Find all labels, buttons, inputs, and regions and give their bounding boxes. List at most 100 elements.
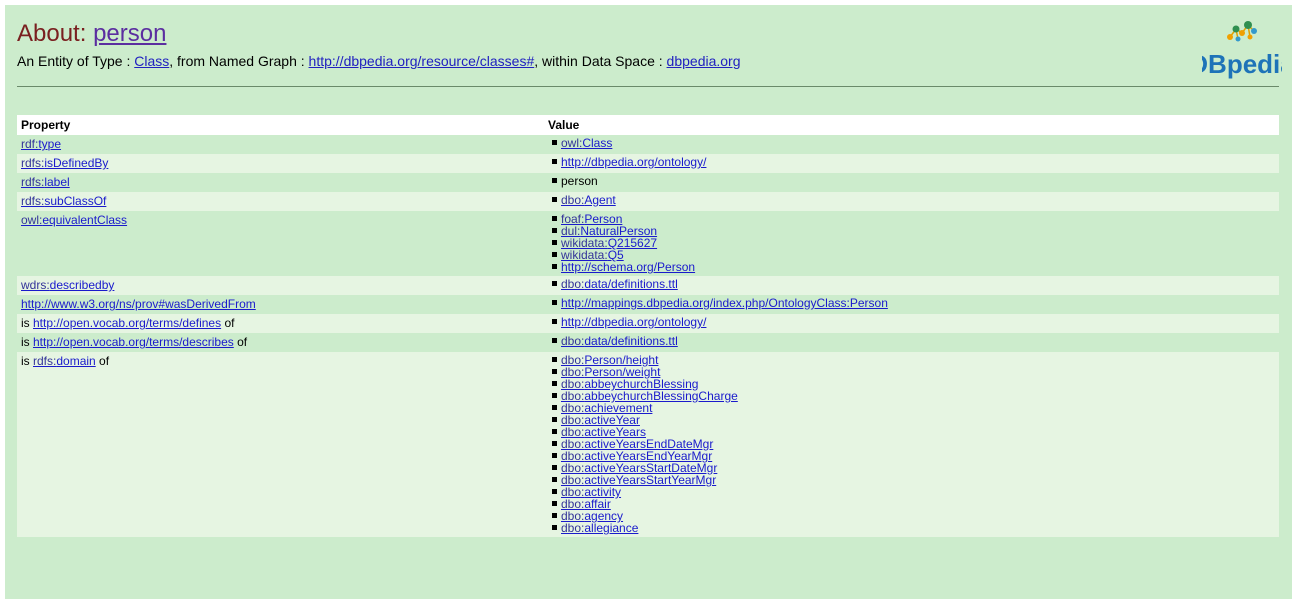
table-header-row: Property Value <box>17 115 1279 135</box>
value-cell: owl:Class <box>544 135 1279 154</box>
property-cell: wdrs:describedby <box>17 276 544 295</box>
value-name: data/definitions.ttl <box>584 277 678 291</box>
property-link[interactable]: http://open.vocab.org/terms/describes <box>33 335 234 349</box>
property-name: type <box>38 137 62 151</box>
subtitle-text-3: , within Data Space : <box>534 53 667 69</box>
value-item: owl:Class <box>548 137 1275 149</box>
value-link[interactable]: http://mappings.dbpedia.org/index.php/On… <box>561 296 888 310</box>
property-cell: is http://open.vocab.org/terms/describes… <box>17 333 544 352</box>
property-cell: http://www.w3.org/ns/prov#wasDerivedFrom <box>17 295 544 314</box>
value-list: dbo:data/definitions.ttl <box>548 335 1275 347</box>
value-item: dbo:activeYearsStartYearMgr <box>548 474 1275 486</box>
dbpedia-logo[interactable]: DBpedia <box>1202 15 1282 81</box>
value-cell: foaf:Person dul:NaturalPerson wikidata:Q21… <box>544 211 1279 276</box>
subtitle-text-1: An Entity of Type : <box>17 53 135 69</box>
value-name: data/definitions.ttl <box>584 334 678 348</box>
property-column-header: Property <box>17 115 544 135</box>
property-link[interactable]: http://open.vocab.org/terms/defines <box>33 316 221 330</box>
value-link[interactable]: http://dbpedia.org/ontology/ <box>561 315 706 329</box>
type-link[interactable]: Class <box>134 53 169 69</box>
value-item: person <box>548 175 1275 187</box>
is-prefix: is <box>21 316 33 330</box>
data-space-link[interactable]: dbpedia.org <box>667 53 741 69</box>
value-list: http://dbpedia.org/ontology/ <box>548 156 1275 168</box>
page-title: About: person <box>17 20 166 48</box>
value-item: dbo:allegiance <box>548 522 1275 534</box>
value-cell: dbo:data/definitions.ttl <box>544 333 1279 352</box>
is-prefix: is <box>21 354 33 368</box>
property-link[interactable]: rdf:type <box>21 137 61 151</box>
value-cell: dbo:data/definitions.ttl <box>544 276 1279 295</box>
value-link[interactable]: dbo:allegiance <box>561 521 638 535</box>
value-link[interactable]: http://schema.org/Person <box>561 260 695 274</box>
value-namespace: dbo: <box>561 521 585 535</box>
value-name: Agent <box>584 193 616 207</box>
value-namespace: dbo: <box>561 334 585 348</box>
property-table: Property Value rdf:type owl:Class rdfs:isD… <box>17 115 1279 537</box>
value-cell: http://dbpedia.org/ontology/ <box>544 154 1279 173</box>
property-link[interactable]: wdrs:describedby <box>21 278 114 292</box>
property-namespace: rdfs: <box>21 194 45 208</box>
value-cell: http://dbpedia.org/ontology/ <box>544 314 1279 333</box>
entity-subtitle: An Entity of Type : Class, from Named Gr… <box>17 53 741 69</box>
value-link[interactable]: http://dbpedia.org/ontology/ <box>561 155 706 169</box>
of-suffix: of <box>233 335 248 349</box>
property-cell: owl:equivalentClass <box>17 211 544 276</box>
property-name: label <box>44 175 70 189</box>
property-link[interactable]: http://www.w3.org/ns/prov#wasDerivedFrom <box>21 297 256 311</box>
value-item: dbo:abbeychurchBlessingCharge <box>548 390 1275 402</box>
property-namespace: rdf: <box>21 137 39 151</box>
property-link[interactable]: rdfs:isDefinedBy <box>21 156 108 170</box>
property-name: isDefinedBy <box>44 156 109 170</box>
header: About: person An Entity of Type : Class,… <box>5 5 1292 89</box>
value-name: Class <box>582 136 613 150</box>
property-cell: is rdfs:domain of <box>17 352 544 537</box>
value-name: allegiance <box>584 521 639 535</box>
value-item: dbo:agency <box>548 510 1275 522</box>
value-link[interactable]: owl:Class <box>561 136 612 150</box>
value-cell: http://mappings.dbpedia.org/index.php/On… <box>544 295 1279 314</box>
value-namespace: owl: <box>561 136 583 150</box>
property-name: subClassOf <box>44 194 107 208</box>
property-cell: rdf:type <box>17 135 544 154</box>
subtitle-text-2: , from Named Graph : <box>169 53 309 69</box>
entity-link[interactable]: person <box>93 20 166 47</box>
value-namespace: dbo: <box>561 277 585 291</box>
logo-text: DBpedia <box>1202 49 1282 79</box>
property-name: equivalentClass <box>42 213 128 227</box>
table-row: is http://open.vocab.org/terms/describes… <box>17 333 1279 352</box>
property-name: domain <box>56 354 96 368</box>
value-item: dbo:activity <box>548 486 1275 498</box>
table-row: owl:equivalentClass foaf:Person dul:Natura… <box>17 211 1279 276</box>
value-item: dbo:data/definitions.ttl <box>548 335 1275 347</box>
table-row: rdfs:label person <box>17 173 1279 192</box>
value-list: dbo:data/definitions.ttl <box>548 278 1275 290</box>
property-link[interactable]: rdfs:domain <box>33 354 96 368</box>
property-namespace: rdfs: <box>33 354 57 368</box>
property-link[interactable]: owl:equivalentClass <box>21 213 127 227</box>
property-cell: is http://open.vocab.org/terms/defines o… <box>17 314 544 333</box>
named-graph-link[interactable]: http://dbpedia.org/resource/classes# <box>309 53 535 69</box>
value-name: http://dbpedia.org/ontology/ <box>561 315 707 329</box>
value-item: http://dbpedia.org/ontology/ <box>548 316 1275 328</box>
property-name: http://open.vocab.org/terms/describes <box>33 335 234 349</box>
property-link[interactable]: rdfs:subClassOf <box>21 194 106 208</box>
value-item: dbo:data/definitions.ttl <box>548 278 1275 290</box>
value-link[interactable]: dbo:Agent <box>561 193 616 207</box>
value-link[interactable]: dbo:data/definitions.ttl <box>561 277 678 291</box>
value-list: owl:Class <box>548 137 1275 149</box>
is-prefix: is <box>21 335 33 349</box>
value-list: dbo:Agent <box>548 194 1275 206</box>
table-row: rdf:type owl:Class <box>17 135 1279 154</box>
value-list: person <box>548 175 1275 187</box>
table-row: is http://open.vocab.org/terms/defines o… <box>17 314 1279 333</box>
property-name: http://open.vocab.org/terms/defines <box>33 316 222 330</box>
value-link[interactable]: dbo:data/definitions.ttl <box>561 334 678 348</box>
table-row: is rdfs:domain of dbo:Person/height dbo:Pe… <box>17 352 1279 537</box>
value-list: http://mappings.dbpedia.org/index.php/On… <box>548 297 1275 309</box>
property-link[interactable]: rdfs:label <box>21 175 70 189</box>
value-item: dbo:affair <box>548 498 1275 510</box>
value-cell: person <box>544 173 1279 192</box>
property-cell: rdfs:label <box>17 173 544 192</box>
property-namespace: wdrs: <box>21 278 50 292</box>
